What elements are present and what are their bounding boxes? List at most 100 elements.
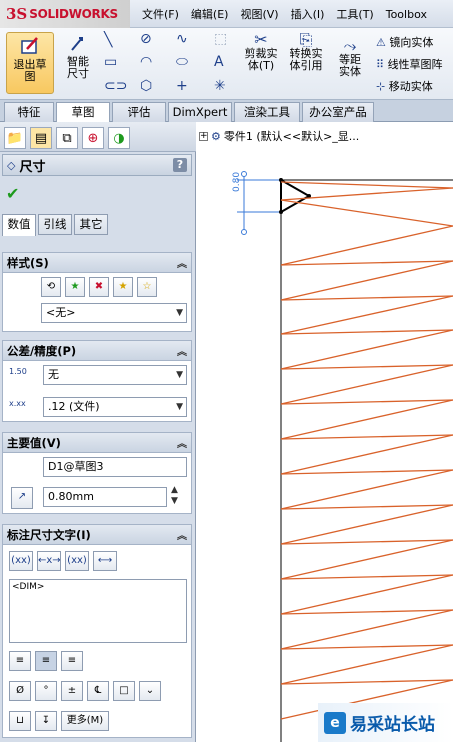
more-symbols-icon[interactable]: ⌄ xyxy=(139,681,161,701)
depth-symbol-icon[interactable]: ↧ xyxy=(35,711,57,731)
menu-tools[interactable]: 工具(T) xyxy=(330,6,379,22)
collapse-icon[interactable]: ︽ xyxy=(177,435,187,450)
reverse-direction-icon[interactable]: ↗ xyxy=(11,487,33,509)
helix-spring-lines xyxy=(280,181,453,720)
menu-edit[interactable]: 编辑(E) xyxy=(185,6,235,22)
counterbore-symbol-icon[interactable]: ⊔ xyxy=(9,711,31,731)
save-style-icon[interactable]: ★ xyxy=(113,277,133,297)
dimension-annotation[interactable]: 0.80 xyxy=(232,171,279,235)
more-button[interactable]: 更多(M) xyxy=(61,711,109,731)
text-icon[interactable]: A xyxy=(214,54,224,70)
style-header[interactable]: 样式(S) ︽ xyxy=(3,253,191,273)
center-dimension-button[interactable]: ←x→ xyxy=(37,551,61,571)
ds-logo-icon: 3S xyxy=(6,5,28,23)
menu-toolbox[interactable]: Toolbox xyxy=(380,8,433,21)
tab-features[interactable]: 特征 xyxy=(4,102,54,122)
construction-icon[interactable]: ⬚ xyxy=(214,31,227,47)
tab-render-tools[interactable]: 渲染工具 xyxy=(234,102,300,122)
align-right-icon[interactable]: ≡ xyxy=(61,651,83,671)
delete-style-icon[interactable]: ✖ xyxy=(89,277,109,297)
command-manager: 退出草图 智能尺寸 ╲ ⊘ ∿ ⬚ ▭ ◠ ⬭ A ⊂⊃ ⬡ + ✳ ✂ 剪裁实… xyxy=(0,28,453,100)
plus-minus-symbol-icon[interactable]: ± xyxy=(61,681,83,701)
linear-pattern-icon: ⠿ xyxy=(376,58,385,71)
primary-value-header[interactable]: 主要值(V) ︽ xyxy=(3,433,191,453)
spline-icon[interactable]: ∿ xyxy=(176,31,188,47)
square-symbol-icon[interactable]: □ xyxy=(113,681,135,701)
tab-other[interactable]: 其它 xyxy=(74,214,108,235)
trim-label: 剪裁实体(T) xyxy=(244,47,278,72)
tolerance-title: 公差/精度(P) xyxy=(7,343,77,358)
precision-icon: x.xx xyxy=(9,399,26,408)
feature-manager-icon[interactable]: 📁 xyxy=(4,127,26,149)
linear-pattern-label: 线性草图阵 xyxy=(387,58,443,71)
tolerance-group: 公差/精度(P) ︽ 1.50 无 ▼ x.xx .12 (文件) ▼ xyxy=(2,340,192,422)
ellipse-icon[interactable]: ⬭ xyxy=(176,54,188,70)
offset-entities-button[interactable]: ⤳ 等距实体 xyxy=(330,38,370,78)
help-icon[interactable]: ? xyxy=(173,158,187,172)
collapse-icon[interactable]: ︽ xyxy=(177,255,187,270)
precision-value: .12 (文件) xyxy=(48,400,100,413)
tolerance-header[interactable]: 公差/精度(P) ︽ xyxy=(3,341,191,361)
slot-icon[interactable]: ⊂⊃ xyxy=(104,78,127,94)
degree-symbol-icon[interactable]: ° xyxy=(35,681,57,701)
dimxpert-manager-icon[interactable]: ⊕ xyxy=(82,127,104,149)
dimension-text-area[interactable]: <DIM> xyxy=(9,579,187,643)
align-center-icon[interactable]: ≡ xyxy=(35,651,57,671)
line-icon[interactable]: ╲ xyxy=(104,32,112,48)
tab-value[interactable]: 数值 xyxy=(2,214,36,236)
parentheses-button[interactable]: (xx) xyxy=(9,551,33,571)
smart-dimension-button[interactable]: 智能尺寸 xyxy=(58,34,98,80)
tab-sketch[interactable]: 草图 xyxy=(56,102,110,123)
dimension-name-field[interactable]: D1@草图3 xyxy=(43,457,187,477)
centerline-symbol-icon[interactable]: ℄ xyxy=(87,681,109,701)
menu-view[interactable]: 视图(V) xyxy=(234,6,284,22)
mirror-button[interactable]: ⚠ 镜向实体 xyxy=(376,32,443,54)
mirror-icon: ⚠ xyxy=(376,36,386,49)
menu-bar: 文件(F) 编辑(E) 视图(V) 插入(I) 工具(T) Toolbox xyxy=(136,0,433,28)
circle-icon[interactable]: ⊘ xyxy=(140,31,152,47)
exit-sketch-button[interactable]: 退出草图 xyxy=(6,32,54,94)
menu-file[interactable]: 文件(F) xyxy=(136,6,185,22)
precision-select[interactable]: .12 (文件) ▼ xyxy=(43,397,187,417)
inspection-dimension-button[interactable]: (xx) xyxy=(65,551,89,571)
sketch-svg: 0.80 xyxy=(232,171,453,742)
polygon-icon[interactable]: ⬡ xyxy=(140,78,152,94)
dimension-value-field[interactable]: 0.80mm xyxy=(43,487,167,507)
load-style-icon[interactable]: ☆ xyxy=(137,277,157,297)
add-style-icon[interactable]: ★ xyxy=(65,277,85,297)
config-manager-icon[interactable]: ⧉ xyxy=(56,127,78,149)
trim-button[interactable]: ✂ 剪裁实体(T) xyxy=(240,32,282,72)
tab-dimxpert[interactable]: DimXpert xyxy=(168,102,232,122)
rectangle-icon[interactable]: ▭ xyxy=(104,54,117,70)
display-manager-icon[interactable]: ◑ xyxy=(108,127,130,149)
solidworks-logo[interactable]: 3S SOLIDWORKS xyxy=(0,0,130,28)
linear-pattern-button[interactable]: ⠿ 线性草图阵 xyxy=(376,54,443,76)
tab-leaders[interactable]: 引线 xyxy=(38,214,72,235)
diameter-symbol-icon[interactable]: Ø xyxy=(9,681,31,701)
align-left-icon[interactable]: ≡ xyxy=(9,651,31,671)
tab-office[interactable]: 办公室产品 xyxy=(302,102,374,122)
dimension-text-group: 标注尺寸文字(I) ︽ (xx) ←x→ (xx) ⟷ <DIM> ≡ ≡ ≡ Ø… xyxy=(2,524,192,738)
point-icon[interactable]: + xyxy=(176,78,188,94)
collapse-icon[interactable]: ︽ xyxy=(177,527,187,542)
value-spinner[interactable]: ▲ ▼ xyxy=(171,485,178,507)
mirror-label: 镜向实体 xyxy=(389,36,434,49)
move-button[interactable]: ⊹ 移动实体 xyxy=(376,76,443,98)
tolerance-type-value: 无 xyxy=(48,368,59,381)
graphics-area[interactable]: + ⚙ 零件1 (默认<<默认>_显... 0.80 xyxy=(197,122,453,742)
arc-icon[interactable]: ◠ xyxy=(140,54,152,70)
ok-check-icon[interactable]: ✔ xyxy=(6,184,19,203)
offset-text-icon[interactable]: ⟷ xyxy=(93,551,117,571)
collapse-icon[interactable]: ︽ xyxy=(177,343,187,358)
centerline-icon[interactable]: ✳ xyxy=(214,78,226,94)
dimension-value[interactable]: 0.80 xyxy=(232,172,242,192)
tab-evaluate[interactable]: 评估 xyxy=(112,102,166,122)
menu-insert[interactable]: 插入(I) xyxy=(285,6,331,22)
property-manager-icon[interactable]: ▤ xyxy=(30,127,52,149)
apply-default-style-icon[interactable]: ⟲ xyxy=(41,277,61,297)
dimension-text-header[interactable]: 标注尺寸文字(I) ︽ xyxy=(3,525,191,545)
tolerance-type-select[interactable]: 无 ▼ xyxy=(43,365,187,385)
style-select[interactable]: <无> ▼ xyxy=(41,303,187,323)
convert-entities-button[interactable]: ⎘ 转换实体引用 xyxy=(286,32,326,72)
chevron-down-icon: ▼ xyxy=(176,370,183,380)
